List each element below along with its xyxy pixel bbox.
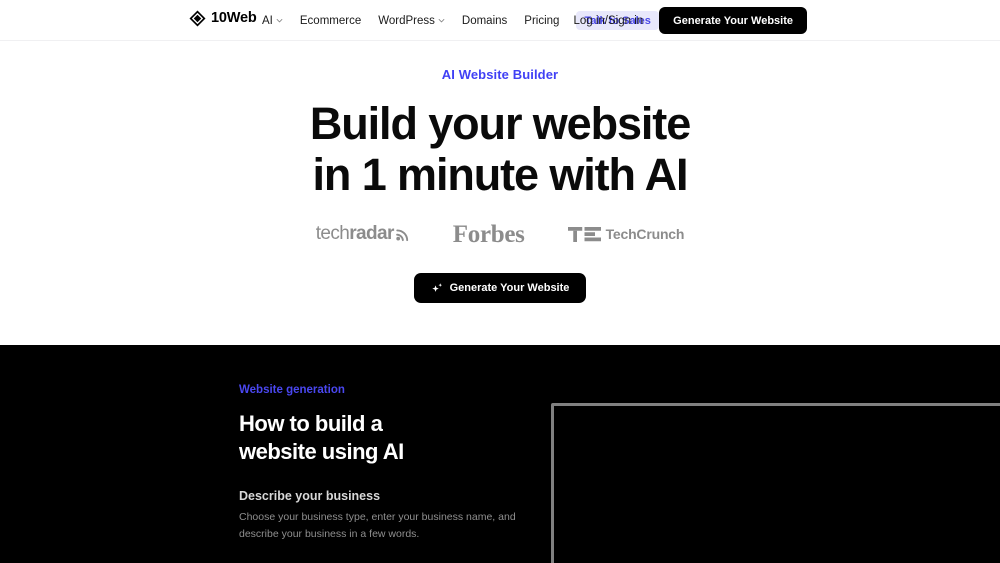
hero-title-line-1: Build your website: [309, 98, 691, 149]
signal-arc-icon: [395, 228, 408, 241]
press-logo-techcrunch: TechCrunch: [567, 226, 685, 242]
chevron-down-icon: [276, 19, 283, 23]
website-generation-copy: Website generation How to build a websit…: [239, 384, 529, 563]
step-description: Choose your business type, enter your bu…: [239, 511, 516, 540]
hero-eyebrow: AI Website Builder: [441, 67, 559, 82]
press-logo-forbes: Forbes: [453, 222, 525, 247]
forbes-text: Forbes: [452, 220, 525, 248]
nav-item-pricing[interactable]: Pricing: [524, 15, 559, 27]
nav-label: Ecommerce: [299, 14, 362, 27]
nav-item-ecommerce[interactable]: Ecommerce: [300, 15, 361, 27]
hero-section: AI Website Builder Build your website in…: [0, 41, 1000, 345]
brand-logo[interactable]: 10Web: [189, 10, 257, 27]
section-title: How to build a website using AI: [239, 410, 529, 466]
site-header: 10Web AI Ecommerce WordPress Domains Pri…: [0, 0, 1000, 41]
sparkle-icon: [431, 282, 442, 292]
nav-item-domains[interactable]: Domains: [462, 15, 507, 27]
step-describe-your-business[interactable]: Describe your business Choose your busin…: [239, 488, 529, 544]
techcrunch-mark-icon: [567, 226, 601, 242]
diamond-logo-icon: [189, 10, 206, 27]
hero-cta-label: Generate Your Website: [449, 282, 570, 294]
section-title-line-2: website using AI: [239, 438, 404, 464]
header-generate-website-button[interactable]: Generate Your Website: [659, 7, 807, 34]
press-logo-techradar: tech radar: [316, 223, 410, 245]
section-eyebrow: Website generation: [239, 384, 345, 396]
chevron-down-icon: [438, 19, 445, 23]
nav-label: AI: [262, 14, 273, 27]
techradar-bold-text: radar: [349, 223, 394, 244]
website-generation-section: Website generation How to build a websit…: [0, 345, 1000, 563]
section-title-line-1: How to build a: [239, 410, 383, 436]
login-signin-link[interactable]: Log in/Sign in: [573, 15, 643, 27]
page-title: Build your website in 1 minute with AI: [309, 98, 691, 200]
header-actions: Log in/Sign in Generate Your Website: [573, 0, 807, 41]
nav-label: Domains: [461, 14, 508, 27]
techcrunch-text: TechCrunch: [605, 226, 685, 242]
nav-item-wordpress[interactable]: WordPress: [378, 15, 445, 27]
nav-label: WordPress: [378, 14, 435, 27]
press-logos: tech radar Forbes TechCrunch: [316, 222, 685, 247]
nav-label: Pricing: [524, 14, 560, 27]
step-title: Describe your business: [239, 488, 381, 503]
steps-list: Describe your business Choose your busin…: [239, 488, 529, 563]
brand-name: 10Web: [211, 10, 257, 27]
nav-item-ai[interactable]: AI: [262, 15, 283, 27]
demo-video-frame[interactable]: [551, 403, 1000, 563]
techradar-light-text: tech: [315, 223, 350, 244]
hero-generate-website-button[interactable]: Generate Your Website: [413, 273, 587, 303]
hero-title-line-2: in 1 minute with AI: [312, 149, 689, 200]
